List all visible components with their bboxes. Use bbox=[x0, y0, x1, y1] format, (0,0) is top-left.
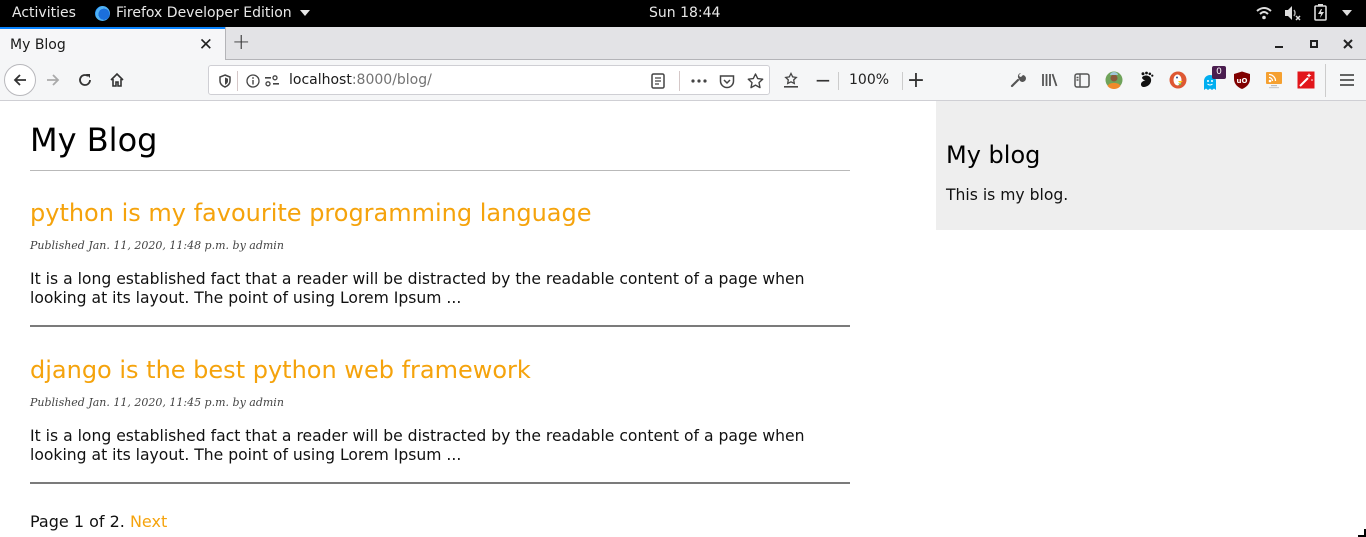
open-menu-button[interactable] bbox=[1333, 66, 1361, 94]
sidebar: My blog This is my blog. bbox=[936, 101, 1366, 230]
reload-icon bbox=[79, 74, 91, 86]
zoom-reset-button[interactable]: 100% bbox=[849, 72, 889, 88]
zoom-separator bbox=[838, 72, 839, 90]
tab-separator bbox=[225, 27, 226, 60]
url-path: :8000/blog/ bbox=[351, 72, 432, 88]
close-icon bbox=[1343, 38, 1353, 49]
wifi-icon bbox=[1256, 6, 1272, 19]
page-viewport: My Blog python is my favourite programmi… bbox=[0, 101, 1366, 537]
sidebar-title: My blog bbox=[946, 141, 1041, 169]
ghostery-badge: 0 bbox=[1212, 66, 1226, 79]
title-divider bbox=[30, 170, 850, 171]
developer-tools-button[interactable] bbox=[1004, 66, 1032, 94]
sidebar-description: This is my blog. bbox=[946, 186, 1069, 204]
toolbar-separator bbox=[1325, 64, 1326, 97]
post-meta: Published Jan. 11, 2020, 11:48 p.m. by a… bbox=[30, 239, 284, 252]
library-icon bbox=[1042, 73, 1058, 87]
volume-muted-icon bbox=[1285, 5, 1301, 21]
duckduckgo-extension-icon[interactable] bbox=[1169, 71, 1187, 89]
gnome-extension-icon[interactable] bbox=[1137, 71, 1155, 89]
pocket-icon[interactable] bbox=[717, 71, 737, 91]
site-info-icon[interactable] bbox=[243, 71, 263, 91]
hamburger-menu-icon bbox=[1340, 74, 1354, 86]
post-excerpt: It is a long established fact that a rea… bbox=[30, 427, 805, 464]
reload-button[interactable] bbox=[71, 66, 99, 94]
page-actions-ellipsis-icon[interactable] bbox=[689, 71, 709, 91]
post-meta: Published Jan. 11, 2020, 11:45 p.m. by a… bbox=[30, 396, 284, 409]
arrow-left-icon bbox=[13, 74, 26, 86]
bookmark-star-icon[interactable] bbox=[745, 71, 765, 91]
resize-grip-icon[interactable] bbox=[1358, 529, 1366, 537]
sidebar-toggle-button[interactable] bbox=[1068, 66, 1096, 94]
system-tray[interactable] bbox=[1256, 4, 1352, 21]
rss-extension-icon[interactable] bbox=[1265, 71, 1283, 89]
back-button[interactable] bbox=[4, 64, 36, 96]
post-title-link[interactable]: python is my favourite programming langu… bbox=[30, 199, 592, 227]
new-tab-button[interactable]: + bbox=[232, 30, 250, 55]
bookmarks-toolbar-star-button[interactable] bbox=[777, 66, 805, 94]
next-page-link[interactable]: Next bbox=[130, 512, 167, 531]
maximize-icon bbox=[1310, 39, 1318, 48]
url-separator bbox=[679, 71, 680, 91]
arrow-right-icon bbox=[47, 74, 60, 86]
forward-button[interactable] bbox=[39, 66, 67, 94]
permissions-icon[interactable] bbox=[262, 71, 282, 91]
app-menu[interactable]: Firefox Developer Edition bbox=[95, 5, 310, 21]
reader-view-icon[interactable] bbox=[648, 71, 668, 91]
minimize-icon bbox=[1275, 45, 1283, 48]
url-separator bbox=[237, 71, 238, 91]
page-title: My Blog bbox=[30, 121, 158, 159]
app-name: Firefox Developer Edition bbox=[116, 5, 292, 21]
tab-strip: My Blog ✕ + bbox=[0, 27, 1366, 60]
minus-icon: − bbox=[814, 68, 832, 92]
caret-down-icon bbox=[299, 10, 310, 16]
pagination: Page 1 of 2. Next bbox=[30, 512, 167, 531]
system-top-bar: Activities Firefox Developer Edition Sun… bbox=[0, 0, 1366, 27]
star-tray-icon bbox=[784, 72, 798, 88]
sidebar-icon bbox=[1074, 72, 1090, 88]
pagination-status: Page 1 of 2. bbox=[30, 512, 125, 531]
tab-close-icon[interactable]: ✕ bbox=[199, 35, 213, 55]
wrench-icon bbox=[1010, 73, 1026, 88]
system-menu-caret-icon bbox=[1342, 9, 1352, 16]
url-text[interactable]: localhost:8000/blog/ bbox=[289, 72, 432, 88]
post-title-link[interactable]: django is the best python web framework bbox=[30, 356, 531, 384]
avatar-extension-icon[interactable] bbox=[1105, 71, 1123, 89]
minimize-button[interactable] bbox=[1274, 27, 1284, 60]
maximize-button[interactable] bbox=[1309, 27, 1319, 60]
post-divider bbox=[30, 325, 850, 327]
svg-text:uO: uO bbox=[1237, 77, 1248, 85]
navigation-toolbar: localhost:8000/blog/ − 100% + 0 uO bbox=[0, 60, 1366, 101]
post-excerpt: It is a long established fact that a rea… bbox=[30, 270, 805, 307]
url-host: localhost bbox=[289, 72, 352, 88]
firefox-logo-icon bbox=[95, 5, 110, 21]
url-bar[interactable]: localhost:8000/blog/ bbox=[208, 65, 770, 95]
plus-icon: + bbox=[906, 67, 926, 93]
tab-title: My Blog bbox=[10, 36, 66, 53]
library-button[interactable] bbox=[1036, 66, 1064, 94]
home-button[interactable] bbox=[103, 66, 131, 94]
tracking-protection-shield-icon[interactable] bbox=[215, 71, 235, 91]
tab-my-blog[interactable]: My Blog ✕ bbox=[0, 27, 225, 60]
close-window-button[interactable] bbox=[1342, 27, 1354, 60]
magic-wand-extension-icon[interactable] bbox=[1297, 71, 1315, 89]
zoom-out-button[interactable]: − bbox=[809, 66, 837, 94]
home-icon bbox=[110, 72, 124, 87]
clock[interactable]: Sun 18:44 bbox=[649, 5, 720, 21]
battery-icon bbox=[1314, 4, 1327, 21]
zoom-in-button[interactable]: + bbox=[902, 66, 930, 94]
ublock-origin-extension-icon[interactable]: uO bbox=[1233, 71, 1251, 89]
activities-button[interactable]: Activities bbox=[12, 5, 76, 21]
post-divider bbox=[30, 482, 850, 484]
